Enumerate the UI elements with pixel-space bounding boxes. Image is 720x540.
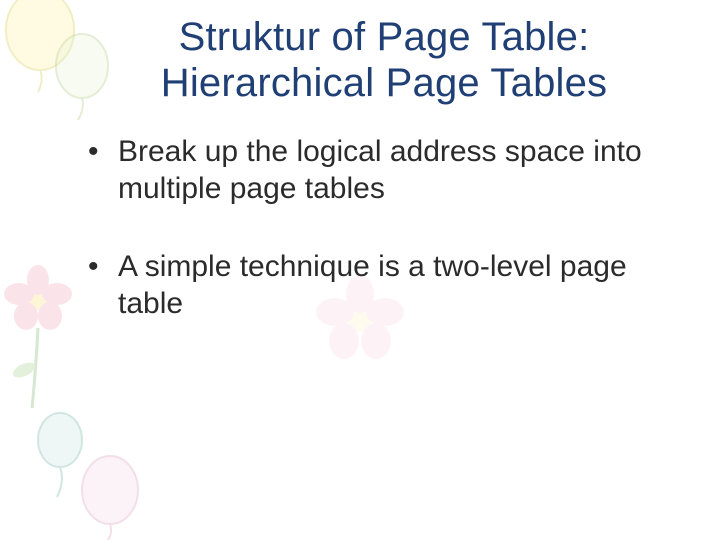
slide: Struktur of Page Table: Hierarchical Pag… (0, 0, 720, 540)
bullet-item: Break up the logical address space into … (88, 134, 680, 207)
slide-body: Break up the logical address space into … (88, 134, 680, 322)
slide-title: Struktur of Page Table: Hierarchical Pag… (88, 14, 680, 106)
bullet-item: A simple technique is a two-level page t… (88, 249, 680, 322)
